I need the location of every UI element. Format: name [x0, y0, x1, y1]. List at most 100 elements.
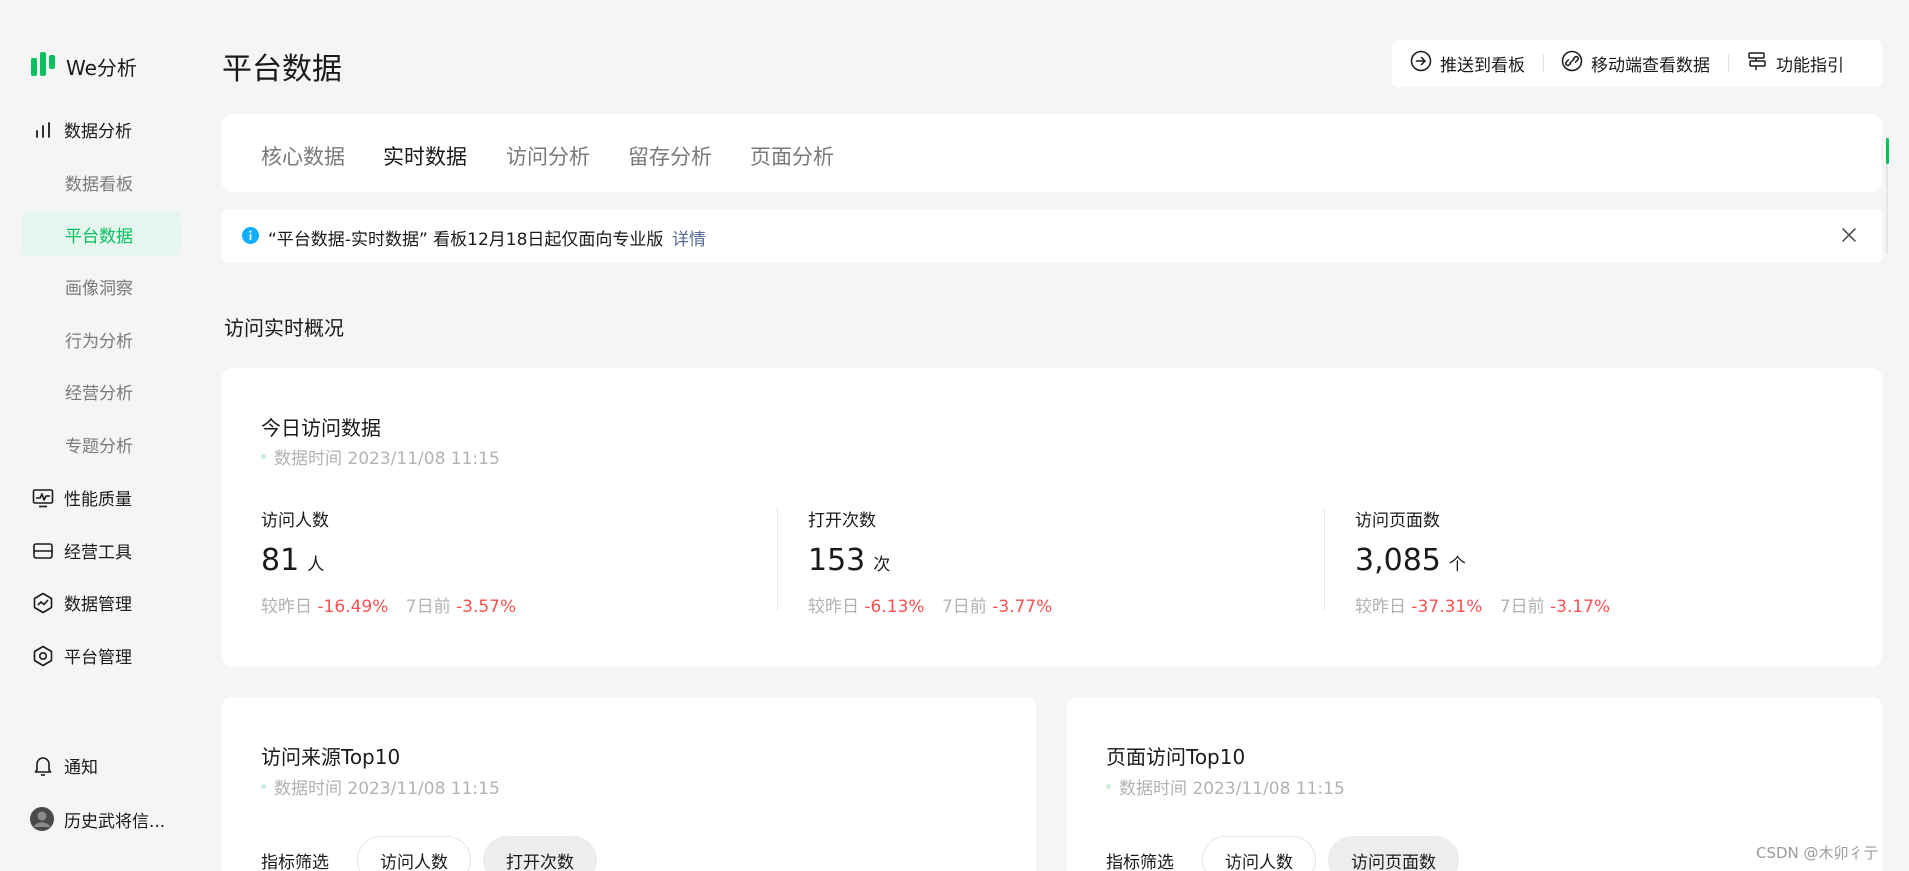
week-compare-label: 7日前 — [941, 597, 987, 617]
sidebar-item-label: 数据看板 — [65, 174, 133, 195]
sidebar-item-label: 行为分析 — [65, 331, 133, 352]
metric-value: 153 — [808, 543, 866, 578]
metric-label: 访问页面数 — [1355, 511, 1440, 531]
watermark: CSDN @木卯彳亍 — [1756, 844, 1879, 862]
feature-guide-button[interactable]: 功能指引 — [1728, 50, 1862, 77]
sidebar-group-platform-manage[interactable]: 平台管理 — [0, 633, 200, 677]
metric-divider — [1324, 508, 1325, 610]
we-analysis-logo-icon — [30, 50, 56, 82]
page-time-text: 数据时间 2023/11/08 11:15 — [1119, 779, 1345, 799]
day-compare-label: 较昨日 — [261, 597, 312, 617]
notice-text: “平台数据-实时数据” 看板12月18日起仅面向专业版 — [268, 230, 664, 250]
signpost-icon — [1746, 50, 1768, 77]
sidebar-group-performance[interactable]: 性能质量 — [0, 475, 200, 519]
feature-guide-label: 功能指引 — [1776, 56, 1844, 76]
bell-icon — [32, 755, 54, 777]
metric-value-row: 3,085 个 — [1355, 543, 1855, 578]
week-compare-label: 7日前 — [405, 597, 451, 617]
filter-label: 指标筛选 — [1106, 852, 1174, 871]
monitor-icon — [32, 487, 54, 509]
day-compare-value: -6.13% — [864, 597, 925, 617]
page-top10-time: 数据时间 2023/11/08 11:15 — [1106, 774, 1345, 799]
filter-visitors-pill[interactable]: 访问人数 — [1202, 836, 1316, 871]
sidebar-item-platform-data[interactable]: 平台数据 — [21, 211, 181, 257]
avatar — [30, 807, 54, 831]
section-title: 访问实时概况 — [224, 316, 344, 340]
link-icon — [1561, 50, 1583, 77]
bar-chart-icon — [32, 119, 54, 141]
sidebar-group-label: 平台管理 — [64, 647, 132, 668]
metric-divider — [777, 508, 778, 610]
day-compare-value: -37.31% — [1411, 597, 1483, 617]
tabs-bar: 核心数据 实时数据 访问分析 留存分析 页面分析 — [222, 114, 1882, 192]
user-name: 历史武将信... — [64, 811, 166, 832]
sidebar-item-behavior[interactable]: 行为分析 — [21, 316, 181, 362]
page-top10-title: 页面访问Top10 — [1106, 745, 1246, 769]
brand-name: We分析 — [66, 55, 137, 80]
week-compare-value: -3.57% — [456, 597, 517, 617]
metric-value: 81 — [261, 543, 300, 578]
metric-unit: 人 — [307, 555, 325, 575]
data-manage-icon — [32, 592, 54, 614]
sidebar-item-topic[interactable]: 专题分析 — [21, 421, 181, 467]
sidebar-item-portrait[interactable]: 画像洞察 — [21, 263, 181, 309]
sidebar-notify[interactable]: 通知 — [0, 743, 200, 787]
filter-label: 指标筛选 — [261, 852, 329, 871]
page-filter-row: 指标筛选 访问人数 访问页面数 — [1106, 836, 1459, 871]
sidebar-group-business-tools[interactable]: 经营工具 — [0, 528, 200, 572]
hexagon-settings-icon — [32, 645, 54, 667]
metric-unit: 个 — [1448, 555, 1466, 575]
brand[interactable]: We分析 — [30, 50, 137, 82]
metric-compare: 较昨日 -16.49% 7日前 -3.57% — [261, 592, 761, 617]
source-top10-time: 数据时间 2023/11/08 11:15 — [261, 774, 500, 799]
sidebar-group-label: 数据管理 — [64, 594, 132, 615]
filter-visitors-pill[interactable]: 访问人数 — [357, 836, 471, 871]
metric-visitors: 访问人数 81 人 较昨日 -16.49% 7日前 -3.57% — [261, 506, 761, 617]
sidebar-group-label: 数据分析 — [64, 121, 132, 142]
mobile-view-label: 移动端查看数据 — [1591, 56, 1710, 76]
sidebar-group-label: 经营工具 — [64, 542, 132, 563]
metric-value-row: 81 人 — [261, 543, 761, 578]
tab-visit-analysis[interactable]: 访问分析 — [506, 141, 590, 171]
close-icon[interactable] — [1840, 226, 1858, 248]
tab-realtime-data[interactable]: 实时数据 — [383, 141, 467, 171]
metric-unit: 次 — [873, 555, 891, 575]
sidebar-item-label: 平台数据 — [65, 226, 133, 247]
week-compare-label: 7日前 — [1499, 597, 1545, 617]
info-icon — [242, 227, 259, 248]
tab-page-analysis[interactable]: 页面分析 — [750, 141, 834, 171]
tab-core-data[interactable]: 核心数据 — [261, 141, 345, 171]
scrollbar-track[interactable] — [1886, 164, 1888, 254]
sidebar: We分析 数据分析 数据看板 平台数据 画像洞察 行为分析 经营分析 专题分析 — [0, 0, 200, 871]
page-title: 平台数据 — [222, 52, 342, 87]
today-card-time: 数据时间 2023/11/08 11:15 — [261, 444, 500, 469]
tab-retention-analysis[interactable]: 留存分析 — [628, 141, 712, 171]
notice-details-link[interactable]: 详情 — [672, 225, 706, 250]
top-actions-bar: 推送到看板 移动端查看数据 功能指引 — [1392, 40, 1882, 87]
filter-page-views-pill[interactable]: 访问页面数 — [1328, 836, 1459, 871]
sidebar-item-business[interactable]: 经营分析 — [21, 368, 181, 414]
today-time-text: 数据时间 2023/11/08 11:15 — [274, 449, 500, 469]
source-filter-row: 指标筛选 访问人数 打开次数 — [261, 836, 597, 871]
scrollbar-thumb[interactable] — [1886, 138, 1889, 164]
sidebar-item-label: 专题分析 — [65, 436, 133, 457]
sidebar-group-data-manage[interactable]: 数据管理 — [0, 580, 200, 624]
day-compare-label: 较昨日 — [808, 597, 859, 617]
filter-opens-pill[interactable]: 打开次数 — [483, 836, 597, 871]
day-compare-value: -16.49% — [317, 597, 389, 617]
sidebar-group-data-analysis[interactable]: 数据分析 — [0, 107, 200, 151]
sidebar-item-label: 画像洞察 — [65, 278, 133, 299]
metric-compare: 较昨日 -6.13% 7日前 -3.77% — [808, 592, 1308, 617]
source-top10-title: 访问来源Top10 — [261, 745, 401, 769]
today-card-title: 今日访问数据 — [261, 416, 381, 440]
day-compare-label: 较昨日 — [1355, 597, 1406, 617]
time-dot — [261, 454, 266, 459]
source-time-text: 数据时间 2023/11/08 11:15 — [274, 779, 500, 799]
metric-value-row: 153 次 — [808, 543, 1308, 578]
sidebar-user[interactable]: 历史武将信... — [0, 797, 200, 841]
metric-label: 访问人数 — [261, 511, 329, 531]
metric-label: 打开次数 — [808, 511, 876, 531]
sidebar-item-dashboard[interactable]: 数据看板 — [21, 159, 181, 205]
push-to-dashboard-button[interactable]: 推送到看板 — [1392, 50, 1543, 77]
mobile-view-button[interactable]: 移动端查看数据 — [1543, 50, 1728, 77]
